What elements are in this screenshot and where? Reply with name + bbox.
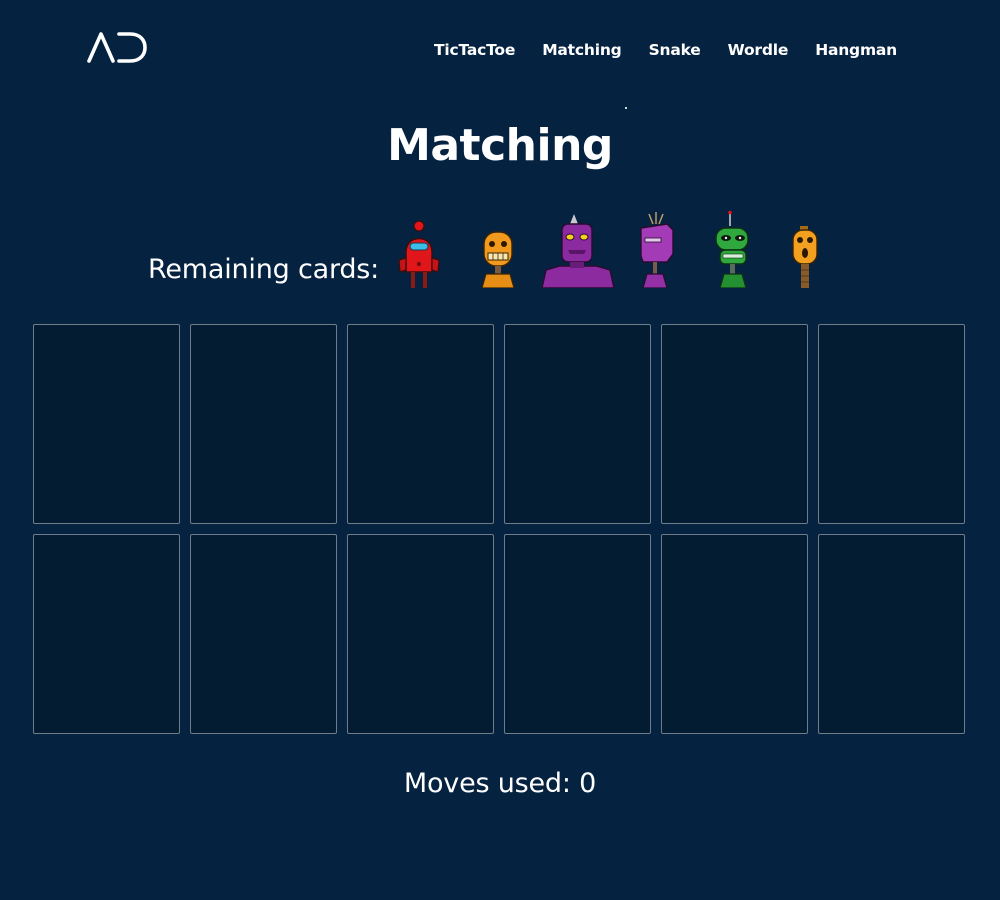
- ad-logo-icon[interactable]: [86, 30, 148, 64]
- card-face-down[interactable]: [661, 324, 808, 524]
- card-face-down[interactable]: [33, 324, 180, 524]
- green-robot-icon: [715, 210, 749, 288]
- decorative-dot: [625, 107, 627, 109]
- card-board: [33, 324, 965, 734]
- card-face-down[interactable]: [347, 324, 494, 524]
- nav-link-hangman[interactable]: Hangman: [815, 41, 897, 59]
- card-face-down[interactable]: [347, 534, 494, 734]
- remaining-cards-list: [380, 210, 850, 288]
- nav-link-matching[interactable]: Matching: [542, 41, 622, 59]
- remaining-cards-label: Remaining cards:: [148, 254, 380, 285]
- purple-big-robot-icon: [541, 214, 615, 288]
- orange-robot-icon: [481, 231, 515, 288]
- nav-link-wordle[interactable]: Wordle: [728, 41, 789, 59]
- card-face-down[interactable]: [190, 324, 337, 524]
- red-robot-icon: [398, 220, 440, 288]
- moves-counter: Moves used: 0: [403, 768, 597, 799]
- card-face-down[interactable]: [504, 534, 651, 734]
- card-face-down[interactable]: [190, 534, 337, 734]
- main-nav: TicTacToe Matching Snake Wordle Hangman: [434, 41, 897, 59]
- card-face-down[interactable]: [504, 324, 651, 524]
- nav-link-tictactoe[interactable]: TicTacToe: [434, 41, 515, 59]
- purple-robot-icon: [640, 212, 674, 288]
- nav-link-snake[interactable]: Snake: [649, 41, 701, 59]
- card-face-down[interactable]: [818, 534, 965, 734]
- card-face-down[interactable]: [33, 534, 180, 734]
- card-face-down[interactable]: [818, 324, 965, 524]
- orange-small-robot-icon: [792, 226, 818, 288]
- card-face-down[interactable]: [661, 534, 808, 734]
- page-title: Matching: [387, 120, 613, 171]
